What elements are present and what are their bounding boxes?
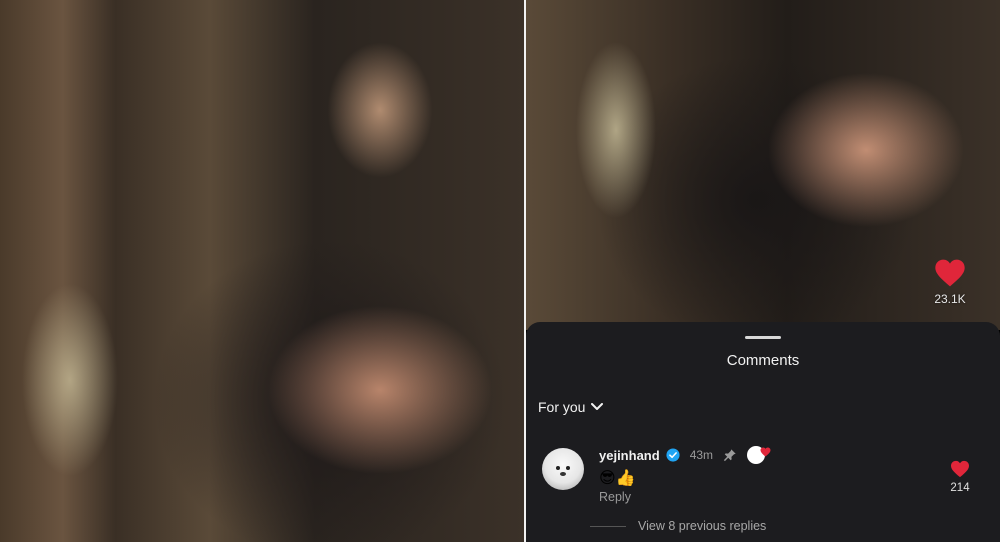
video-frame-left[interactable]	[0, 0, 524, 542]
video-like-button[interactable]: 23.1K	[920, 258, 980, 306]
chevron-down-icon	[591, 403, 604, 410]
heart-icon	[935, 259, 965, 287]
pin-icon	[723, 449, 736, 462]
comment-text: 😎👍	[599, 470, 636, 487]
comment-like-count: 214	[950, 482, 970, 494]
comments-sheet: Comments For you yejinhand 43m 😎👍 Reply …	[526, 322, 1000, 542]
comments-filter-dropdown[interactable]: For you	[538, 399, 604, 415]
heart-icon	[951, 460, 969, 478]
creator-heart-badge-icon	[747, 446, 771, 464]
verified-badge-icon	[666, 448, 680, 462]
comments-title: Comments	[726, 352, 800, 369]
reply-button[interactable]: Reply	[599, 490, 631, 504]
avatar[interactable]	[542, 448, 584, 490]
left-video-frame[interactable]	[0, 0, 524, 542]
comment-username[interactable]: yejinhand	[599, 448, 660, 463]
replies-divider-line	[590, 525, 626, 527]
comment-like-button[interactable]: 214	[940, 460, 980, 494]
sheet-drag-handle[interactable]	[745, 336, 781, 339]
video-like-count: 23.1K	[934, 292, 966, 306]
view-previous-replies-button[interactable]: View 8 previous replies	[590, 519, 766, 533]
view-replies-label: View 8 previous replies	[638, 519, 767, 533]
comment-header: yejinhand 43m	[599, 446, 771, 464]
comment-timestamp: 43m	[689, 448, 714, 462]
filter-label: For you	[538, 399, 586, 415]
right-video-frame: 23.1K Comments For you yejinhand 43m 😎👍 …	[526, 0, 1000, 542]
